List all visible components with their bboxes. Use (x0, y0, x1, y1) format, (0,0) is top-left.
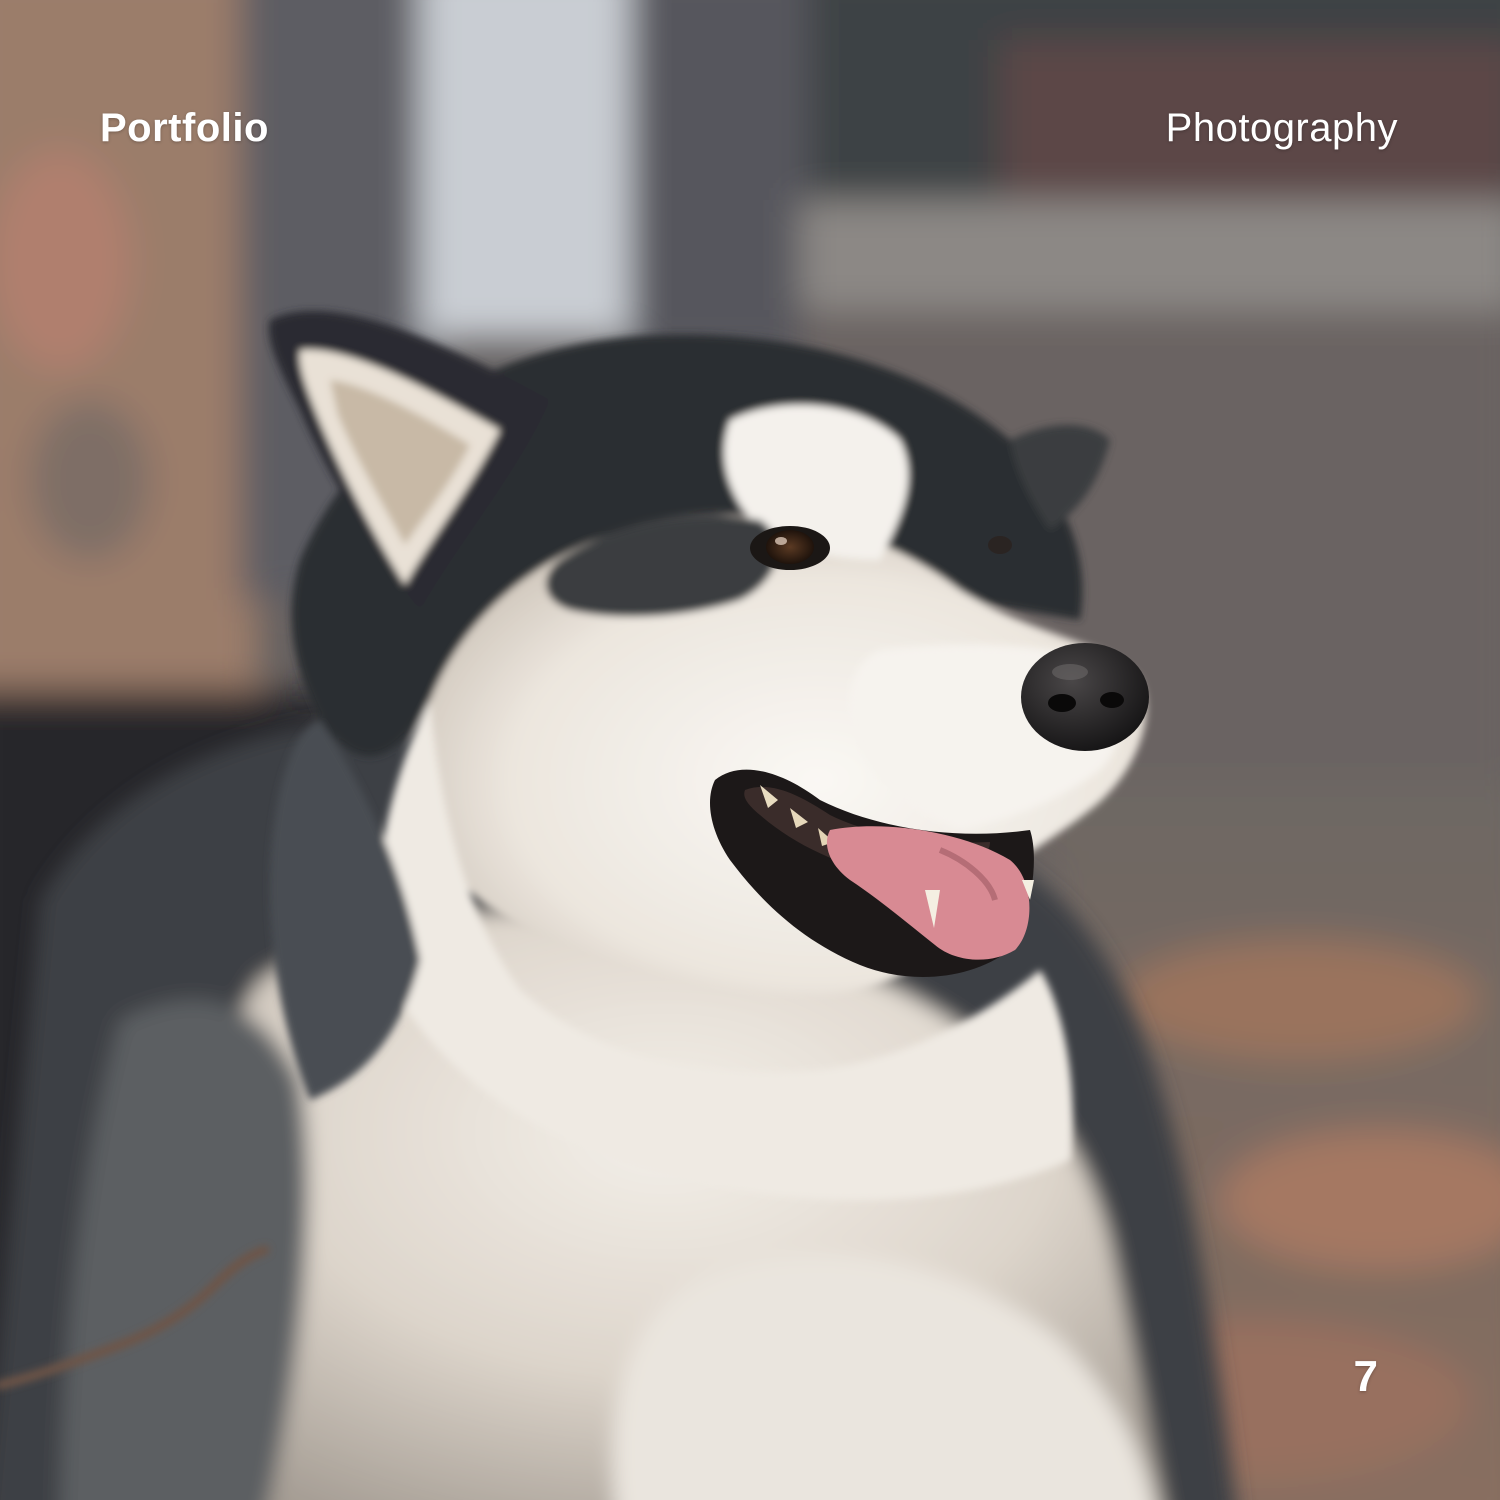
dog-photo (0, 0, 1500, 1500)
category-label: Photography (1165, 106, 1398, 150)
page-number: 7 (1353, 1352, 1378, 1401)
portfolio-page: Portfolio Photography 7 (0, 0, 1500, 1500)
portfolio-title: Portfolio (100, 106, 269, 150)
